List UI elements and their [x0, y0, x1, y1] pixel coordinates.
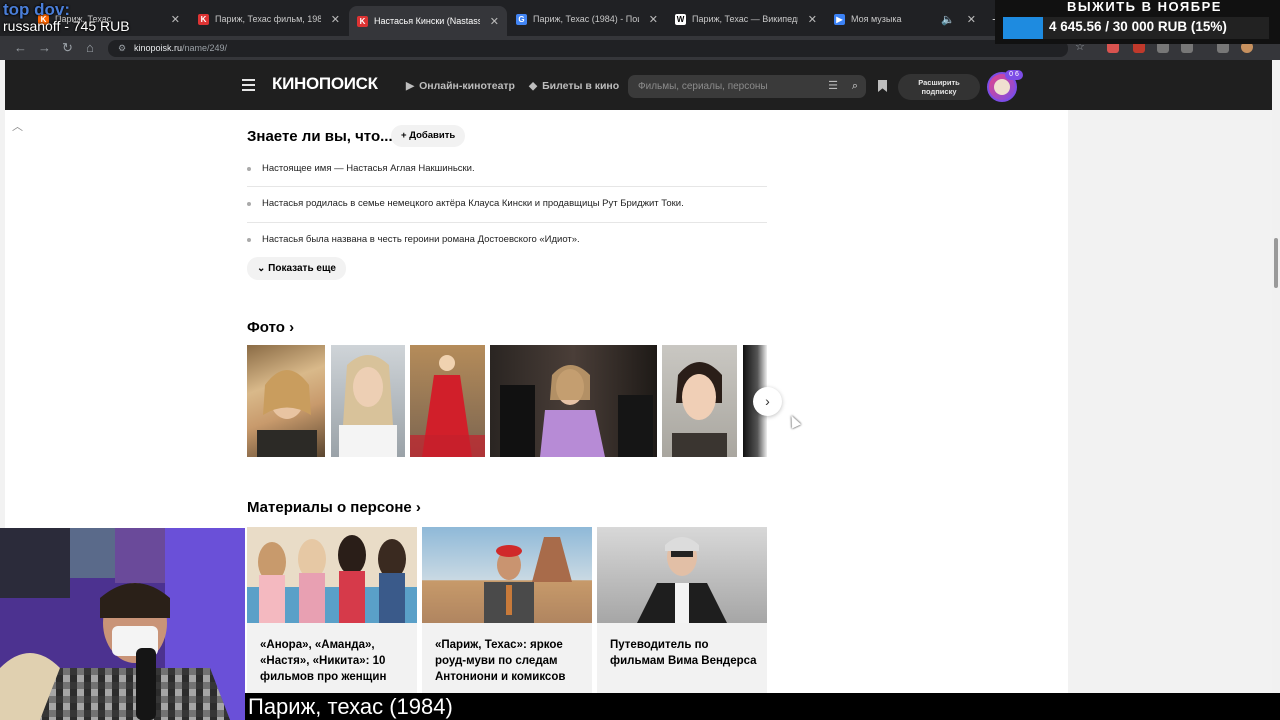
divider	[247, 222, 767, 223]
stream-subtitle: Париж, техас (1984)	[245, 693, 1280, 720]
fact-item: Настасья родилась в семье немецкого актё…	[247, 198, 767, 209]
webcam-overlay	[0, 528, 245, 720]
chevron-right-icon: ›	[289, 319, 295, 336]
close-tab-icon[interactable]: ✕	[967, 13, 976, 26]
donation-goal-widget: ВЫЖИТЬ В НОЯБРЕ 4 645.56 / 30 000 RUB (1…	[995, 0, 1280, 44]
portrait-image	[410, 355, 485, 457]
scrollbar-thumb[interactable]	[1274, 238, 1278, 288]
play-icon: ▶	[406, 80, 415, 92]
wikipedia-favicon-icon: W	[675, 13, 686, 25]
divider	[247, 186, 767, 187]
photo-thumbnail[interactable]	[410, 345, 485, 457]
close-tab-icon[interactable]: ✕	[331, 13, 340, 26]
materials-heading[interactable]: Материалы о персоне ›	[247, 499, 421, 516]
portrait-image	[339, 355, 397, 457]
donation-progress-bar: 4 645.56 / 30 000 RUB (15%)	[1003, 17, 1269, 39]
home-icon[interactable]: ⌂	[86, 40, 94, 55]
trivia-heading: Знаете ли вы, что...	[247, 128, 393, 145]
reload-icon[interactable]: ↻	[62, 40, 73, 56]
article-image	[247, 527, 417, 623]
chevron-down-icon: ⌄	[257, 263, 269, 274]
filter-icon[interactable]: ☰	[828, 75, 838, 98]
close-tab-icon[interactable]: ✕	[808, 13, 817, 26]
photo-thumbnail[interactable]	[490, 345, 657, 457]
site-info-icon[interactable]: ⚙	[118, 40, 126, 57]
google-favicon-icon: G	[516, 13, 527, 25]
kinopoisk-favicon-icon: K	[198, 13, 209, 25]
back-icon[interactable]: ←	[14, 40, 27, 55]
close-tab-icon[interactable]: ✕	[649, 13, 658, 26]
upgrade-subscription-button[interactable]: Расширить подписку	[898, 74, 980, 100]
photo-thumbnail[interactable]	[331, 345, 405, 457]
music-favicon-icon: ▶	[834, 13, 845, 25]
article-image	[422, 527, 592, 623]
top-donor-overlay: top dov: russanoff - 745 RUB	[3, 0, 130, 34]
photo-thumbnail[interactable]	[662, 345, 737, 457]
browser-tab[interactable]: W Париж, Техас — Википедия ✕	[667, 8, 825, 30]
search-icon[interactable]: ⌕	[852, 75, 858, 98]
donation-progress-fill	[1003, 17, 1043, 39]
browser-tab[interactable]: G Париж, Техас (1984) - Поиск в ✕	[508, 8, 666, 30]
kinopoisk-favicon-icon: K	[357, 15, 368, 27]
menu-icon[interactable]	[242, 79, 255, 94]
photo-thumbnail[interactable]	[247, 345, 325, 457]
portrait-image	[257, 370, 317, 457]
search-input[interactable]: Фильмы, сериалы, персоны ☰ ⌕	[628, 75, 866, 98]
kinopoisk-logo[interactable]: КИНОПОИСК	[272, 74, 378, 94]
nav-tickets[interactable]: ◆ Билеты в кино	[529, 80, 619, 92]
article-card[interactable]: Путеводитель по фильмам Вима Вендерса	[597, 527, 767, 693]
show-more-button[interactable]: ⌄ Показать еще	[247, 257, 346, 280]
browser-tab[interactable]: K Париж, Техас фильм, 1984, да ✕	[190, 8, 348, 30]
article-card[interactable]: «Анора», «Аманда», «Настя», «Никита»: 10…	[247, 527, 417, 693]
url-input[interactable]: ⚙ kinopoisk.ru/name/249/	[108, 40, 1068, 57]
donation-goal-title: ВЫЖИТЬ В НОЯБРЕ	[1067, 0, 1222, 14]
article-card[interactable]: «Париж, Техас»: яркое роуд-муви по следа…	[422, 527, 592, 693]
audio-playing-icon[interactable]: 🔈	[941, 13, 955, 26]
ticket-icon: ◆	[529, 80, 538, 92]
donation-amount: 4 645.56 / 30 000 RUB (15%)	[1049, 19, 1227, 34]
portrait-image	[500, 365, 653, 457]
browser-tab-active[interactable]: K Настасья Кински (Nastassja Ki ✕	[349, 6, 507, 36]
photos-heading[interactable]: Фото ›	[247, 319, 294, 336]
close-tab-icon[interactable]: ✕	[490, 15, 499, 28]
browser-tab[interactable]: ▶ Моя музыка 🔈 ✕	[826, 8, 984, 30]
notification-badge: 0 6	[1005, 70, 1023, 80]
plus-icon: +	[401, 130, 410, 141]
nav-online-cinema[interactable]: ▶ Онлайн-кинотеатр	[406, 80, 515, 92]
article-image	[597, 527, 767, 623]
chevron-right-icon[interactable]: ›	[753, 387, 782, 416]
add-fact-button[interactable]: + Добавить	[391, 125, 466, 147]
fact-item: Настоящее имя — Настасья Аглая Накшиньск…	[247, 163, 767, 174]
forward-icon[interactable]: →	[38, 40, 51, 55]
portrait-image	[672, 362, 727, 457]
chevron-up-icon[interactable]: ︿	[12, 118, 23, 134]
close-tab-icon[interactable]: ✕	[171, 13, 180, 26]
fact-item: Настасья была названа в честь героини ро…	[247, 234, 767, 245]
page-scrollbar[interactable]	[1272, 110, 1280, 720]
chevron-right-icon: ›	[415, 499, 421, 516]
